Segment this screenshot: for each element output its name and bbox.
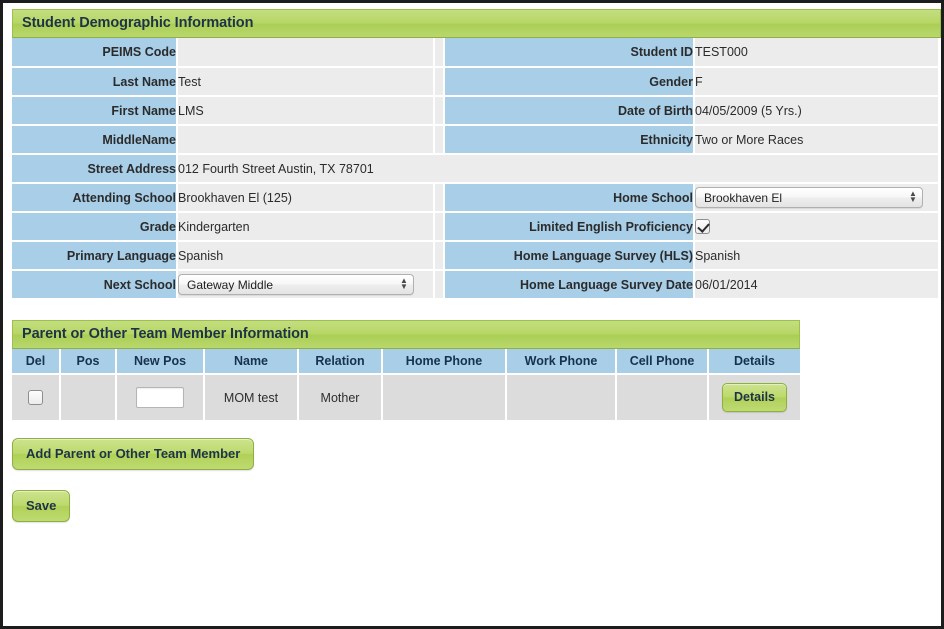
cell-work-phone xyxy=(506,374,617,420)
label-limited-english-proficiency: Limited English Proficiency xyxy=(444,212,695,242)
label-first-name: First Name xyxy=(12,96,178,126)
parent-section: Parent or Other Team Member Information … xyxy=(12,320,800,522)
label-date-of-birth: Date of Birth xyxy=(444,96,695,126)
label-last-name: Last Name xyxy=(12,67,178,97)
label-street-address: Street Address xyxy=(12,154,178,184)
home-school-select[interactable]: Brookhaven El ▲ ▼ xyxy=(695,187,923,208)
demographic-row-middle-name: MiddleName Ethnicity Two or More Races xyxy=(12,125,938,155)
add-parent-button-row: Add Parent or Other Team Member xyxy=(12,438,800,470)
parent-table: Del Pos New Pos Name Relation Home Phone… xyxy=(12,349,800,420)
column-header-work-phone: Work Phone xyxy=(506,349,617,375)
value-first-name: LMS xyxy=(177,96,435,126)
demographic-row-first-name: First Name LMS Date of Birth 04/05/2009 … xyxy=(12,96,938,126)
add-parent-or-other-team-member-button[interactable]: Add Parent or Other Team Member xyxy=(12,438,255,470)
demographic-row-street-address: Street Address 012 Fourth Street Austin,… xyxy=(12,154,938,184)
cell-cell-phone xyxy=(616,374,709,420)
grid-gap xyxy=(434,96,445,126)
column-header-del: Del xyxy=(12,349,61,375)
value-ethnicity: Two or More Races xyxy=(694,125,938,155)
table-row: MOM test Mother Details xyxy=(12,374,800,420)
cell-details: Details xyxy=(708,374,800,420)
new-pos-input[interactable] xyxy=(136,387,184,408)
column-header-home-phone: Home Phone xyxy=(382,349,507,375)
student-demographic-table: PEIMS Code Student ID TEST000 Last Name … xyxy=(12,38,938,300)
value-attending-school: Brookhaven El (125) xyxy=(177,183,435,213)
value-home-language-survey: Spanish xyxy=(694,241,938,271)
label-ethnicity: Ethnicity xyxy=(444,125,695,155)
demographic-row-next-school: Next School Gateway Middle ▲ ▼ Home Langu… xyxy=(12,270,938,300)
limited-english-proficiency-checkbox[interactable] xyxy=(695,219,710,235)
grid-gap xyxy=(434,38,445,68)
details-button[interactable]: Details xyxy=(722,383,787,412)
demographic-row-grade: Grade Kindergarten Limited English Profi… xyxy=(12,212,938,242)
cell-pos xyxy=(60,374,117,420)
value-primary-language: Spanish xyxy=(177,241,435,271)
chevron-updown-icon: ▲ ▼ xyxy=(909,188,917,204)
column-header-pos: Pos xyxy=(60,349,117,375)
demographic-row-peims: PEIMS Code Student ID TEST000 xyxy=(12,38,938,68)
next-school-cell: Gateway Middle ▲ ▼ xyxy=(177,270,435,300)
column-header-relation: Relation xyxy=(298,349,383,375)
label-home-school: Home School xyxy=(444,183,695,213)
column-header-details: Details xyxy=(708,349,800,375)
cell-del xyxy=(12,374,61,420)
value-date-of-birth: 04/05/2009 (5 Yrs.) xyxy=(694,96,938,126)
delete-row-checkbox[interactable] xyxy=(28,390,43,406)
parent-table-header-row: Del Pos New Pos Name Relation Home Phone… xyxy=(12,349,800,375)
value-student-id: TEST000 xyxy=(694,38,938,68)
student-demographic-section-header: Student Demographic Information xyxy=(12,9,941,38)
page-content: Student Demographic Information PEIMS Co… xyxy=(3,3,941,522)
cell-home-phone xyxy=(382,374,507,420)
label-student-id: Student ID xyxy=(444,38,695,68)
label-home-language-survey: Home Language Survey (HLS) xyxy=(444,241,695,271)
value-grade: Kindergarten xyxy=(177,212,435,242)
grid-gap xyxy=(434,125,445,155)
value-middle-name xyxy=(177,125,435,155)
value-gender: F xyxy=(694,67,938,97)
label-middle-name: MiddleName xyxy=(12,125,178,155)
value-home-language-survey-date: 06/01/2014 xyxy=(694,270,938,300)
label-home-language-survey-date: Home Language Survey Date xyxy=(444,270,695,300)
save-button[interactable]: Save xyxy=(12,490,71,522)
next-school-select[interactable]: Gateway Middle ▲ ▼ xyxy=(178,274,414,295)
label-peims-code: PEIMS Code xyxy=(12,38,178,68)
demographic-row-last-name: Last Name Test Gender F xyxy=(12,67,938,97)
column-header-new-pos: New Pos xyxy=(116,349,205,375)
next-school-select-value: Gateway Middle xyxy=(187,278,274,292)
limited-english-proficiency-cell xyxy=(694,212,938,242)
value-last-name: Test xyxy=(177,67,435,97)
label-grade: Grade xyxy=(12,212,178,242)
demographic-row-primary-language: Primary Language Spanish Home Language S… xyxy=(12,241,938,271)
home-school-cell: Brookhaven El ▲ ▼ xyxy=(694,183,938,213)
grid-gap xyxy=(434,183,445,213)
cell-name: MOM test xyxy=(204,374,299,420)
grid-gap xyxy=(434,67,445,97)
parent-section-header: Parent or Other Team Member Information xyxy=(12,320,800,349)
demographic-row-attending-school: Attending School Brookhaven El (125) Hom… xyxy=(12,183,938,213)
label-primary-language: Primary Language xyxy=(12,241,178,271)
column-header-cell-phone: Cell Phone xyxy=(616,349,709,375)
cell-new-pos xyxy=(116,374,205,420)
label-next-school: Next School xyxy=(12,270,178,300)
column-header-name: Name xyxy=(204,349,299,375)
grid-gap xyxy=(434,212,445,242)
grid-gap xyxy=(434,270,445,300)
save-button-row: Save xyxy=(12,490,800,522)
cell-relation: Mother xyxy=(298,374,383,420)
chevron-updown-icon: ▲ ▼ xyxy=(400,275,408,291)
value-street-address: 012 Fourth Street Austin, TX 78701 xyxy=(177,154,938,184)
home-school-select-value: Brookhaven El xyxy=(704,191,783,205)
page-root: Student Demographic Information PEIMS Co… xyxy=(0,0,944,629)
value-peims-code xyxy=(177,38,435,68)
label-attending-school: Attending School xyxy=(12,183,178,213)
grid-gap xyxy=(434,241,445,271)
label-gender: Gender xyxy=(444,67,695,97)
